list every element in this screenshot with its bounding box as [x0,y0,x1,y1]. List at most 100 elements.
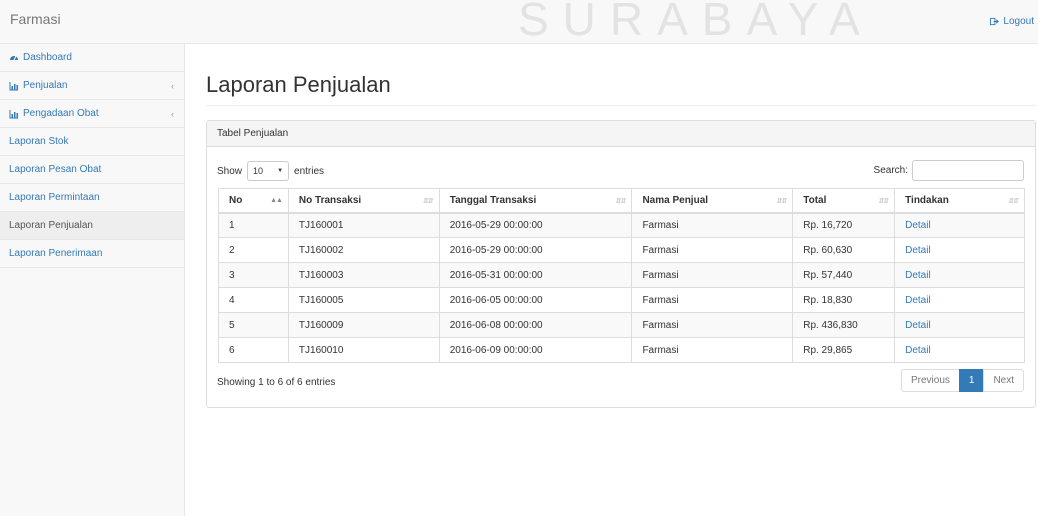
cell-total: Rp. 16,720 [792,212,896,238]
cell-nama-penjual: Farmasi [631,337,794,363]
page-title: Laporan Penjualan [206,72,391,97]
cell-no-transaksi: TJ160010 [288,337,440,363]
cell-tanggal: 2016-06-09 00:00:00 [439,337,633,363]
logout-label: Logout [1003,16,1034,27]
cell-no-transaksi: TJ160003 [288,262,440,288]
sort-both-icon: ⇵⇵ [1008,198,1019,205]
page-header: Laporan Penjualan [206,72,1036,106]
dashboard-icon [10,55,18,60]
cell-no: 2 [218,237,289,263]
bar-chart-icon [9,109,18,118]
cell-no-transaksi: TJ160001 [288,212,440,238]
show-label: Show [217,165,243,177]
pagination: Previous 1 Next [900,369,1024,392]
cell-no: 3 [218,262,289,288]
column-header-nama-penjual[interactable]: Nama Penjual ⇵⇵ [631,188,794,214]
cell-no: 4 [218,287,289,313]
search-label: Search: [873,165,908,176]
cell-tanggal: 2016-05-29 00:00:00 [439,237,633,263]
entries-select[interactable]: 10 ▼ [247,161,290,181]
sort-both-icon: ⇵⇵ [878,198,889,205]
detail-link[interactable]: Detail [905,320,931,331]
cell-tanggal: 2016-05-31 00:00:00 [439,262,633,288]
cell-nama-penjual: Farmasi [631,287,794,313]
search-control: Search: [874,160,1024,181]
entries-value: 10 [253,166,264,176]
sidebar-item-label: Laporan Penjualan [9,220,93,231]
detail-link[interactable]: Detail [905,345,931,356]
sidebar-item-label: Laporan Permintaan [9,192,100,203]
cell-no: 1 [218,212,289,238]
sidebar-item-pengadaan-obat[interactable]: Pengadaan Obat ‹ [0,100,184,128]
table-info: Showing 1 to 6 of 6 entries [217,377,336,388]
sidebar-item-label: Laporan Pesan Obat [9,164,102,175]
table-header-row: No ▲▲ No Transaksi ⇵⇵ Tanggal Transaksi ⇵⇵ … [218,188,1025,214]
sidebar-item-dashboard[interactable]: Dashboard [0,44,184,72]
sidebar-item-laporan-penjualan[interactable]: Laporan Penjualan [0,212,184,240]
detail-link[interactable]: Detail [905,220,931,231]
logout-link[interactable]: Logout [990,16,1034,27]
sidebar-item-laporan-penerimaan[interactable]: Laporan Penerimaan [0,240,184,268]
top-navbar: Farmasi SURABAYA Logout [0,0,1038,45]
table-row: 3 TJ160003 2016-05-31 00:00:00 Farmasi R… [218,262,1025,288]
watermark-text: SURABAYA [518,0,874,45]
sidebar-item-label: Laporan Penerimaan [9,248,103,259]
cell-total: Rp. 436,830 [792,312,896,338]
cell-no: 6 [218,337,289,363]
sort-both-icon: ⇵⇵ [776,198,787,205]
cell-total: Rp. 57,440 [792,262,896,288]
cell-tanggal: 2016-06-05 00:00:00 [439,287,633,313]
sort-both-icon: ⇵⇵ [615,198,627,205]
search-input[interactable] [912,160,1024,181]
sort-asc-icon: ▲▲ [270,197,283,204]
sidebar-item-laporan-permintaan[interactable]: Laporan Permintaan [0,184,184,212]
column-header-no-transaksi[interactable]: No Transaksi ⇵⇵ [288,188,440,214]
entries-label: entries [294,165,325,177]
chevron-left-icon: ‹ [171,81,174,91]
cell-total: Rp. 18,830 [792,287,896,313]
cell-total: Rp. 60,630 [792,237,896,263]
cell-nama-penjual: Farmasi [631,312,794,338]
cell-tanggal: 2016-05-29 00:00:00 [439,212,633,238]
next-button[interactable]: Next [983,369,1024,392]
caret-down-icon: ▼ [277,168,284,174]
sales-table: No ▲▲ No Transaksi ⇵⇵ Tanggal Transaksi ⇵⇵ … [218,188,1025,363]
cell-nama-penjual: Farmasi [631,237,794,263]
column-header-total[interactable]: Total ⇵⇵ [792,188,896,214]
table-row: 1 TJ160001 2016-05-29 00:00:00 Farmasi R… [218,212,1025,238]
bar-chart-icon [9,81,18,90]
detail-link[interactable]: Detail [905,245,931,256]
page-1-button[interactable]: 1 [958,369,985,392]
sort-both-icon: ⇵⇵ [423,198,434,205]
sidebar-item-label: Laporan Stok [9,136,69,147]
previous-button[interactable]: Previous [900,369,960,392]
cell-no-transaksi: TJ160009 [288,312,440,338]
sidebar: Dashboard Penjualan ‹ Pengadaan Obat ‹ L… [0,44,185,516]
chevron-left-icon: ‹ [171,109,174,119]
sidebar-item-label: Dashboard [23,52,72,63]
table-row: 6 TJ160010 2016-06-09 00:00:00 Farmasi R… [218,337,1025,363]
brand-title[interactable]: Farmasi [10,11,61,27]
cell-total: Rp. 29,865 [792,337,896,363]
detail-link[interactable]: Detail [905,270,931,281]
sidebar-item-penjualan[interactable]: Penjualan ‹ [0,72,184,100]
panel-heading: Tabel Penjualan [207,121,1035,147]
sidebar-item-label: Pengadaan Obat [23,108,99,119]
sales-panel: Tabel Penjualan Show 10 ▼ entries Search… [206,120,1036,408]
table-row: 4 TJ160005 2016-06-05 00:00:00 Farmasi R… [218,287,1025,313]
column-header-tindakan[interactable]: Tindakan ⇵⇵ [894,188,1025,214]
cell-no-transaksi: TJ160005 [288,287,440,313]
column-header-no[interactable]: No ▲▲ [218,188,289,214]
cell-no-transaksi: TJ160002 [288,237,440,263]
column-header-tanggal-transaksi[interactable]: Tanggal Transaksi ⇵⇵ [439,188,633,214]
cell-nama-penjual: Farmasi [631,262,794,288]
entries-length-control: Show 10 ▼ entries [217,161,324,181]
cell-no: 5 [218,312,289,338]
table-row: 2 TJ160002 2016-05-29 00:00:00 Farmasi R… [218,237,1025,263]
cell-nama-penjual: Farmasi [631,212,794,238]
detail-link[interactable]: Detail [905,295,931,306]
sidebar-item-laporan-pesan-obat[interactable]: Laporan Pesan Obat [0,156,184,184]
sign-out-icon [990,17,1000,26]
sidebar-item-label: Penjualan [23,80,68,91]
sidebar-item-laporan-stok[interactable]: Laporan Stok [0,128,184,156]
